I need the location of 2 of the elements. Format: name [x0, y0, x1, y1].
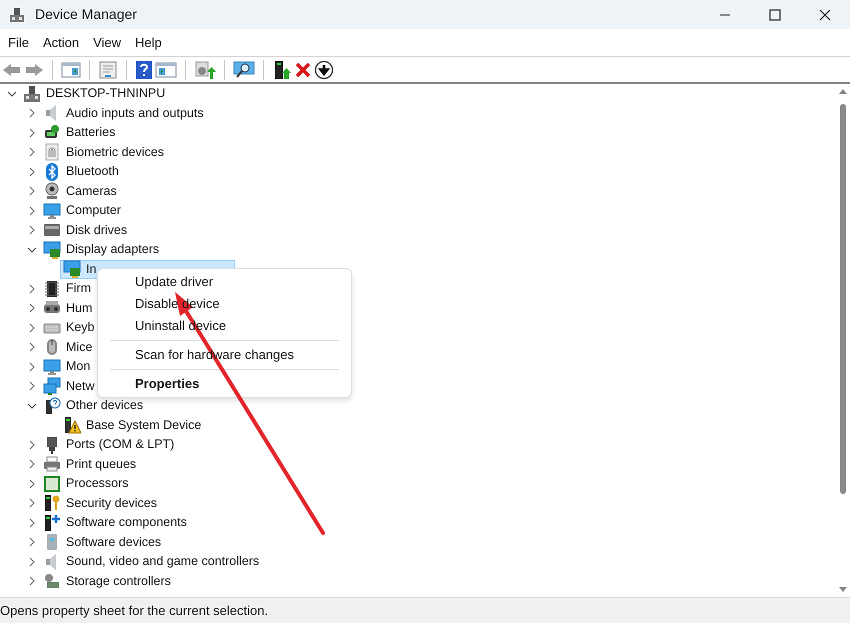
window-title: Device Manager	[35, 5, 137, 24]
status-text: Opens property sheet for the current selection.	[0, 602, 268, 620]
